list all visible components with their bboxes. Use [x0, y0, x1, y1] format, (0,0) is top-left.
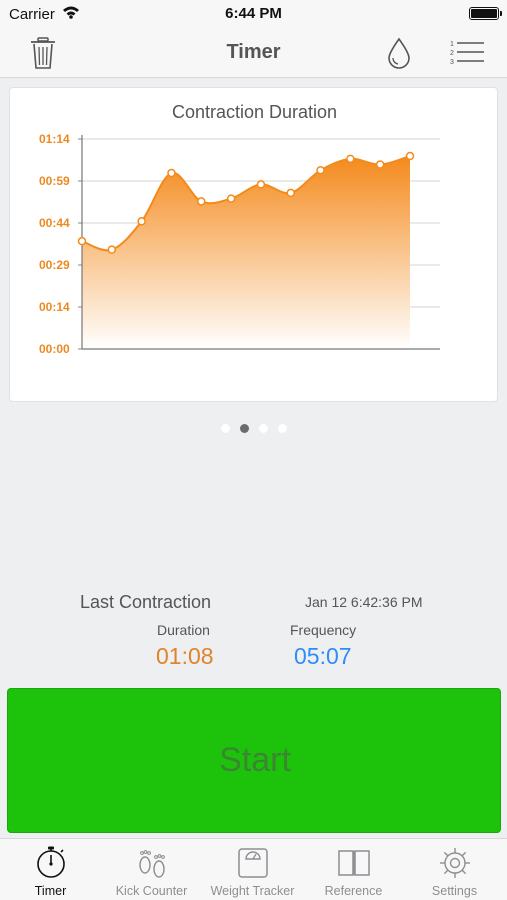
- start-button-label: Start: [219, 741, 291, 779]
- data-point: [167, 168, 176, 178]
- data-point: [256, 180, 266, 189]
- numbered-list-icon[interactable]: 1 2 3: [449, 36, 485, 70]
- data-point: [316, 165, 325, 175]
- footprints-icon: [139, 850, 165, 878]
- data-point: [226, 194, 236, 203]
- y-tick-label: 01:14: [39, 132, 70, 146]
- clock: 6:44 PM: [225, 5, 282, 22]
- page-dot[interactable]: [220, 424, 230, 433]
- data-point: [286, 188, 295, 198]
- book-icon: [338, 850, 370, 876]
- page-dot[interactable]: [258, 424, 268, 433]
- tab-bar: Timer Kick Counter Weight Tracker Refere…: [0, 838, 507, 900]
- duration-label: Duration: [157, 622, 210, 638]
- status-bar: Carrier 6:44 PM: [0, 0, 507, 30]
- tab-weight-tracker[interactable]: Weight Tracker: [202, 839, 303, 900]
- data-point: [346, 154, 355, 164]
- svg-text:2: 2: [450, 50, 454, 57]
- y-tick-label: 00:29: [39, 258, 70, 272]
- start-button[interactable]: Start: [7, 688, 501, 833]
- data-point: [137, 217, 146, 226]
- battery-icon: [469, 7, 502, 20]
- tab-label-timer: Timer: [34, 884, 67, 898]
- contraction-duration-chart: 00:00 00:14 00:29 00:44 00:59 01:14: [39, 132, 440, 356]
- y-tick-label: 00:00: [39, 342, 70, 356]
- nav-bar: Timer 1 2 3: [0, 30, 507, 78]
- tab-label-kick-counter: Kick Counter: [115, 884, 188, 898]
- chart-card[interactable]: Contraction Duration 00:00 00:14 00:29 00:4…: [9, 87, 498, 402]
- svg-text:3: 3: [450, 59, 454, 66]
- y-tick-label: 00:59: [39, 174, 70, 188]
- tab-label-weight-tracker: Weight Tracker: [210, 884, 295, 898]
- gear-icon: [440, 848, 470, 878]
- tab-settings[interactable]: Settings: [404, 839, 505, 900]
- scale-icon: [238, 848, 268, 878]
- y-tick-label: 00:44: [39, 216, 70, 230]
- frequency-label: Frequency: [290, 622, 357, 638]
- drop-icon[interactable]: [385, 36, 413, 70]
- page-indicator[interactable]: [0, 424, 507, 433]
- series-area: [82, 156, 410, 349]
- tab-label-settings: Settings: [431, 884, 478, 898]
- tab-label-reference: Reference: [324, 884, 383, 898]
- last-contraction-timestamp: Jan 12 6:42:36 PM: [305, 594, 423, 610]
- tab-reference[interactable]: Reference: [303, 839, 404, 900]
- data-point: [375, 160, 385, 169]
- stopwatch-icon: [37, 846, 65, 878]
- page-dot[interactable]: [277, 424, 287, 433]
- svg-text:1: 1: [450, 41, 454, 48]
- duration-value: 01:08: [156, 643, 214, 669]
- last-contraction-label: Last Contraction: [80, 592, 212, 612]
- frequency-value: 05:07: [294, 643, 352, 669]
- data-point: [197, 197, 206, 206]
- tab-kick-counter[interactable]: Kick Counter: [101, 839, 202, 900]
- page-dot[interactable]: [239, 424, 249, 433]
- data-point: [77, 236, 87, 246]
- tab-timer[interactable]: Timer: [0, 839, 101, 900]
- y-tick-label: 00:14: [39, 300, 70, 314]
- data-point: [405, 151, 415, 161]
- page-title: Timer: [226, 41, 281, 63]
- data-point: [107, 245, 117, 254]
